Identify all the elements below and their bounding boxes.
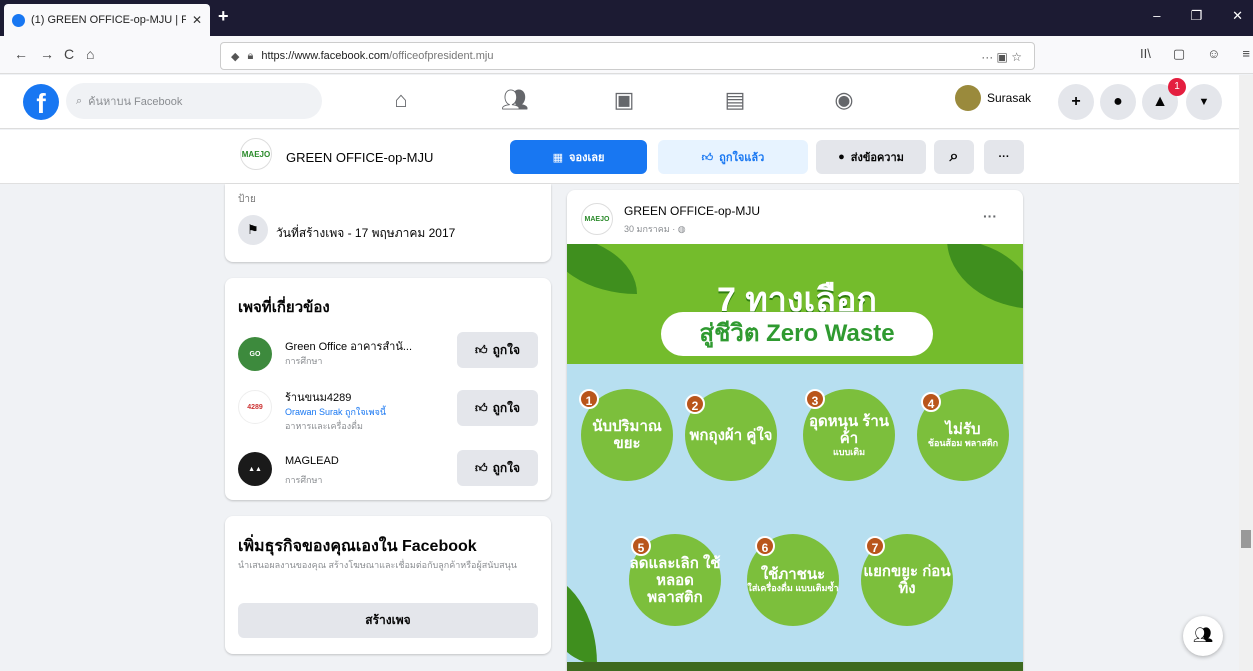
post-image[interactable]: 7 ทางเลือก สู่ชีวิต Zero Waste นับปริมาณ…	[567, 244, 1023, 671]
about-label: ป้าย	[238, 194, 256, 205]
tip-number: 7	[865, 536, 885, 556]
tip-number: 6	[755, 536, 775, 556]
maximize-button[interactable]: ❐	[1190, 8, 1202, 24]
flag-icon: ⚑	[238, 215, 268, 245]
lock-icon: 🔒︎	[247, 49, 254, 62]
create-plus-icon[interactable]: +	[1058, 84, 1094, 120]
tip-number: 3	[805, 389, 825, 409]
close-window-button[interactable]: ✕	[1232, 8, 1243, 24]
related-pages-title: เพจที่เกี่ยวข้อง	[238, 299, 330, 316]
window-controls: – ❐ ✕	[1153, 8, 1243, 24]
tip-number: 2	[685, 394, 705, 414]
watch-nav-icon[interactable]: ▣	[606, 85, 642, 115]
image-title: 7 ทางเลือก	[717, 281, 877, 319]
like-page-button[interactable]: 👍︎ ถูกใจ	[457, 332, 538, 368]
tip-number: 4	[921, 392, 941, 412]
thumbs-up-icon: 👍︎	[475, 400, 488, 415]
sidebar-icon[interactable]: ▢	[1173, 46, 1185, 62]
profile-button[interactable]: Surasak	[955, 85, 1031, 111]
scrollbar-thumb[interactable]	[1241, 530, 1251, 548]
messenger-icon[interactable]: ●	[1100, 84, 1136, 120]
tab-title: (1) GREEN OFFICE-op-MJU | F	[31, 14, 186, 26]
search-icon: ⌕	[76, 94, 83, 107]
related-page-name[interactable]: MAGLEAD	[285, 455, 445, 467]
account-icon[interactable]: ☺	[1207, 46, 1220, 62]
book-button[interactable]: ▦ จองเลย	[510, 140, 647, 174]
footer-links	[238, 660, 548, 671]
page-more-button[interactable]: ···	[984, 140, 1024, 174]
shield-icon: ◆	[231, 50, 240, 63]
message-button[interactable]: ● ส่งข้อความ	[816, 140, 926, 174]
thumbs-up-icon: 👍︎	[701, 151, 714, 164]
create-page-button[interactable]: สร้างเพจ	[238, 603, 538, 638]
contacts-chat-icon[interactable]: 👥︎	[1183, 616, 1223, 656]
url-bar[interactable]: ◆ 🔒︎ https://www.facebook.com/officeofpr…	[220, 42, 1035, 70]
page-avatar[interactable]: MAEJO	[240, 138, 272, 170]
groups-nav-icon[interactable]: ◉	[826, 85, 862, 115]
reload-button[interactable]: C	[64, 46, 74, 62]
page-created-date: วันที่สร้างเพจ - 17 พฤษภาคม 2017	[276, 226, 456, 240]
thumbs-up-icon: 👍︎	[475, 460, 488, 475]
related-page-name[interactable]: Green Office อาคารสำนั...	[285, 337, 445, 355]
post-more-button[interactable]: ···	[983, 208, 997, 224]
image-subtitle: สู่ชีวิต Zero Waste	[661, 312, 933, 356]
leaf-decoration	[567, 574, 597, 664]
related-page-social: Orawan Surak ถูกใจเพจนี้	[285, 407, 387, 417]
create-page-description: นำเสนอผลงานของคุณ สร้างโฆษณาและเชื่อมต่อ…	[238, 560, 517, 570]
facebook-logo-icon[interactable]: f	[23, 84, 59, 120]
tip-number: 5	[631, 536, 651, 556]
back-button[interactable]: ←	[14, 46, 28, 62]
avatar	[955, 85, 981, 111]
library-icon[interactable]: II\	[1140, 46, 1151, 62]
create-page-title: เพิ่มธุรกิจของคุณเองใน Facebook	[238, 538, 477, 555]
search-placeholder: ค้นหาบน Facebook	[88, 96, 183, 108]
image-footer-band	[567, 662, 1023, 671]
home-button[interactable]: ⌂	[86, 46, 94, 62]
user-name: Surasak	[987, 91, 1032, 105]
page-scrollbar[interactable]	[1239, 75, 1253, 671]
related-page-category: การศึกษา	[285, 475, 323, 485]
tab-close-icon[interactable]: ✕	[192, 13, 202, 27]
related-page-name[interactable]: ร้านขนม4289	[285, 388, 445, 406]
home-nav-icon[interactable]: ⌂	[383, 85, 419, 115]
like-page-button[interactable]: 👍︎ ถูกใจ	[457, 390, 538, 426]
related-page-avatar[interactable]: ▲▲	[238, 452, 272, 486]
menu-icon[interactable]: ≡	[1242, 46, 1250, 62]
new-tab-button[interactable]: +	[218, 6, 229, 27]
facebook-search-input[interactable]: ⌕ ค้นหาบน Facebook	[66, 83, 322, 119]
facebook-favicon-icon	[12, 13, 25, 27]
related-page-avatar[interactable]: 4289	[238, 390, 272, 424]
url-text: https://www.facebook.com/officeofpreside…	[261, 50, 494, 62]
liked-button[interactable]: 👍︎ ถูกใจแล้ว	[658, 140, 808, 174]
page-search-icon[interactable]: ⌕	[934, 140, 974, 174]
tip-number: 1	[579, 389, 599, 409]
calendar-icon: ▦	[552, 151, 564, 164]
related-page-category: การศึกษา	[285, 356, 323, 366]
minimize-button[interactable]: –	[1153, 8, 1160, 24]
browser-toolbar-right: II\ ▢ ☺ ≡	[1140, 46, 1250, 62]
notification-badge: 1	[1168, 78, 1186, 96]
messenger-icon: ●	[838, 151, 845, 163]
post-page-avatar[interactable]: MAEJO	[581, 203, 613, 235]
thumbs-up-icon: 👍︎	[475, 342, 488, 357]
post-timestamp[interactable]: 30 มกราคม · ◍	[624, 222, 686, 236]
related-page-avatar[interactable]: GO	[238, 337, 272, 371]
friends-nav-icon[interactable]: 👥︎	[497, 85, 533, 115]
about-card	[225, 184, 551, 262]
browser-tab[interactable]: (1) GREEN OFFICE-op-MJU | F ✕	[4, 4, 210, 36]
page-name[interactable]: GREEN OFFICE-op-MJU	[286, 150, 433, 165]
url-actions[interactable]: ··· ▣ ☆	[981, 50, 1022, 64]
related-page-category: อาหารและเครื่องดื่ม	[285, 421, 363, 431]
marketplace-nav-icon[interactable]: ▤	[717, 85, 753, 115]
post-page-name[interactable]: GREEN OFFICE-op-MJU	[624, 204, 760, 218]
like-page-button[interactable]: 👍︎ ถูกใจ	[457, 450, 538, 486]
account-chevron-down-icon[interactable]: ▼	[1186, 84, 1222, 120]
forward-button[interactable]: →	[40, 46, 54, 62]
